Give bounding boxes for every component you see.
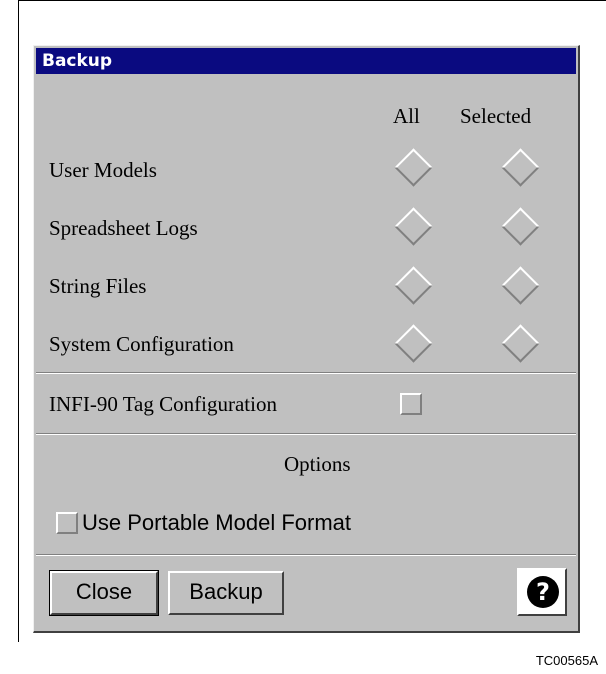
figure-id: TC00565A bbox=[535, 653, 598, 668]
row-label-user-models: User Models bbox=[49, 158, 157, 182]
radio-spreadsheet-logs-all[interactable] bbox=[394, 207, 433, 246]
dialog-title: Backup bbox=[36, 48, 576, 74]
separator bbox=[36, 554, 576, 556]
backup-dialog: Backup All Selected User Models Spreadsh… bbox=[33, 45, 580, 633]
separator bbox=[36, 372, 576, 374]
radio-system-configuration-selected[interactable] bbox=[501, 324, 540, 363]
column-header-selected: Selected bbox=[460, 104, 532, 128]
radio-system-configuration-all[interactable] bbox=[394, 324, 433, 363]
radio-user-models-selected[interactable] bbox=[501, 148, 540, 187]
help-icon: ? bbox=[527, 576, 559, 608]
radio-user-models-all[interactable] bbox=[394, 148, 433, 187]
portable-format-label: Use Portable Model Format bbox=[82, 510, 351, 535]
tag-config-checkbox[interactable] bbox=[400, 393, 422, 415]
column-header-all: All bbox=[393, 104, 420, 128]
separator bbox=[36, 433, 576, 435]
row-label-spreadsheet-logs: Spreadsheet Logs bbox=[49, 216, 198, 240]
radio-string-files-selected[interactable] bbox=[501, 266, 540, 305]
radio-string-files-all[interactable] bbox=[394, 266, 433, 305]
row-label-system-configuration: System Configuration bbox=[49, 332, 234, 356]
row-label-string-files: String Files bbox=[49, 274, 147, 298]
portable-format-checkbox[interactable] bbox=[56, 512, 78, 534]
tag-config-label: INFI-90 Tag Configuration bbox=[49, 392, 277, 416]
options-heading: Options bbox=[284, 452, 351, 476]
backup-button[interactable]: Backup bbox=[168, 571, 284, 615]
help-button[interactable]: ? bbox=[517, 568, 567, 616]
radio-spreadsheet-logs-selected[interactable] bbox=[501, 207, 540, 246]
close-button[interactable]: Close bbox=[49, 570, 159, 616]
